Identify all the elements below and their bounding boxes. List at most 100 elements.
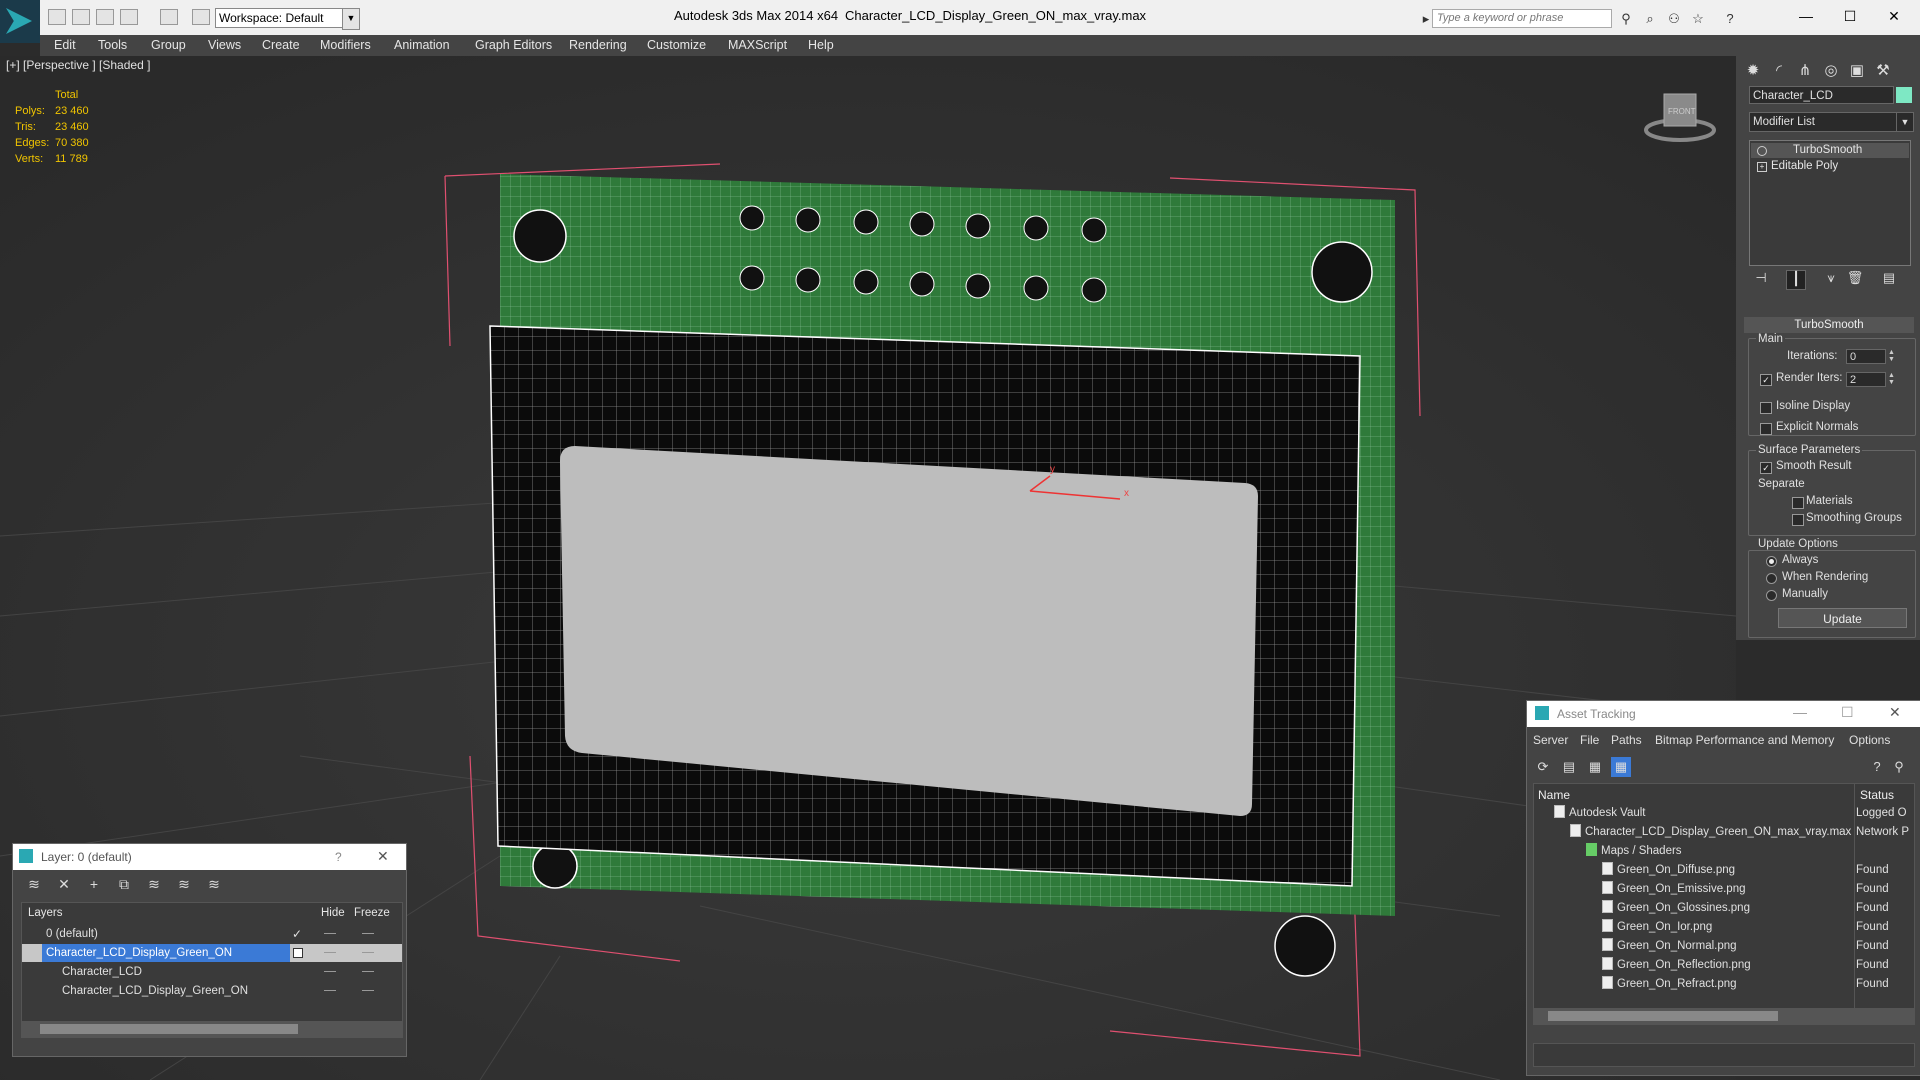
configure-sets-icon[interactable]: ▤ [1880,270,1898,288]
asset-window-titlebar[interactable]: Asset Tracking — ☐ ✕ [1527,701,1920,727]
lightbulb-icon[interactable] [1757,146,1767,156]
spinner-arrows-icon[interactable]: ▲ ▼ [1887,349,1896,364]
object-color-swatch[interactable] [1896,87,1912,103]
hierarchy-tab-icon[interactable]: ⋔ [1794,60,1816,82]
asset-menu-options[interactable]: Options [1849,733,1890,747]
save-file-icon[interactable] [96,9,114,25]
make-unique-icon[interactable]: ⩛ [1822,270,1840,288]
minimize-icon[interactable]: — [1786,5,1826,27]
close-icon[interactable]: ✕ [377,848,389,865]
menu-help[interactable]: Help [808,38,834,52]
asset-row[interactable]: Character_LCD_Display_Green_ON_max_vray.… [1534,823,1914,842]
isoline-display-checkbox[interactable] [1760,402,1772,414]
spinner-arrows-icon[interactable]: ▲ ▼ [1887,372,1896,387]
workspace-dropdown[interactable]: Workspace: Default ▼ [215,8,360,30]
menu-modifiers[interactable]: Modifiers [320,38,371,52]
stack-item-editable-poly[interactable]: + Editable Poly [1751,159,1909,174]
add-layer-icon[interactable]: + [83,876,105,896]
help-icon[interactable]: ? [1722,11,1738,26]
search-input[interactable]: Type a keyword or phrase [1432,9,1612,28]
binoculars-icon[interactable]: ⚲ [1618,11,1634,26]
minimize-icon[interactable]: — [1793,704,1807,720]
select-layer-icon[interactable]: ⧉ [113,876,135,896]
motion-tab-icon[interactable]: ◎ [1820,60,1842,82]
menu-customize[interactable]: Customize [647,38,706,52]
modify-tab-icon[interactable]: ◜ [1768,60,1790,82]
display-tab-icon[interactable]: ▣ [1846,60,1868,82]
column-header-name[interactable]: Name [1538,788,1570,802]
maximize-icon[interactable]: ☐ [1841,704,1854,721]
hide-toggle[interactable] [324,933,336,934]
current-layer-icon[interactable] [293,948,303,958]
always-radio[interactable] [1766,556,1777,567]
project-folder-icon[interactable] [192,9,210,25]
manually-radio[interactable] [1766,590,1777,601]
render-iters-checkbox[interactable]: ✓ [1760,374,1772,386]
horizontal-scrollbar[interactable] [1534,1008,1914,1024]
layer-row[interactable]: 0 (default) ✓ [22,925,402,943]
layer-row[interactable]: Character_LCD_Display_Green_ON [22,944,402,962]
close-icon[interactable]: ✕ [1889,704,1901,721]
new-file-icon[interactable] [48,9,66,25]
menu-group[interactable]: Group [151,38,186,52]
hide-all-layers-icon[interactable]: ≋ [173,876,195,896]
menu-tools[interactable]: Tools [98,38,127,52]
materials-checkbox[interactable] [1792,497,1804,509]
hide-toggle[interactable] [324,952,336,953]
show-end-result-icon[interactable]: ┃ [1786,270,1806,290]
menu-views[interactable]: Views [208,38,241,52]
render-iters-spinner[interactable]: 2 [1846,372,1886,387]
menu-animation[interactable]: Animation [394,38,450,52]
expand-plus-icon[interactable]: + [1757,162,1767,172]
object-name-field[interactable]: Character_LCD [1749,86,1894,104]
app-logo[interactable] [0,0,40,43]
signin-icon[interactable]: ⚇ [1666,11,1682,26]
asset-row[interactable]: Green_On_Ior.png Found [1534,918,1914,937]
remove-modifier-icon[interactable]: 🗑 [1846,270,1864,288]
table-view-icon[interactable]: ▦ [1611,757,1631,777]
column-header-layers[interactable]: Layers [28,907,63,919]
active-layer-check-icon[interactable]: ✓ [292,925,302,943]
freeze-all-layers-icon[interactable]: ≋ [203,876,225,896]
asset-row[interactable]: Green_On_Glossines.png Found [1534,899,1914,918]
asset-row[interactable]: Green_On_Normal.png Found [1534,937,1914,956]
asset-row[interactable]: Autodesk Vault Logged O [1534,804,1914,823]
scrollbar-thumb[interactable] [40,1024,298,1034]
column-header-freeze[interactable]: Freeze [354,907,390,919]
menu-rendering[interactable]: Rendering [569,38,627,52]
stack-item-turbosmooth[interactable]: TurboSmooth [1751,143,1909,158]
close-icon[interactable]: ✕ [1874,5,1914,27]
layer-row[interactable]: Character_LCD_Display_Green_ON [22,982,402,1000]
asset-menu-paths[interactable]: Paths [1611,733,1642,747]
undo-icon[interactable] [120,9,138,25]
freeze-toggle[interactable] [362,971,374,972]
asset-row[interactable]: Maps / Shaders [1534,842,1914,861]
scrollbar-thumb[interactable] [1548,1011,1778,1021]
layer-help-icon[interactable]: ? [335,850,342,864]
menu-graph-editors[interactable]: Graph Editors [475,38,552,52]
freeze-toggle[interactable] [362,990,374,991]
freeze-toggle[interactable] [362,952,374,953]
redo-icon[interactable] [160,9,178,25]
freeze-toggle[interactable] [362,933,374,934]
asset-row[interactable]: Green_On_Emissive.png Found [1534,880,1914,899]
asset-menu-file[interactable]: File [1580,733,1599,747]
maximize-icon[interactable]: ☐ [1830,5,1870,27]
open-file-icon[interactable] [72,9,90,25]
smoothing-groups-checkbox[interactable] [1792,514,1804,526]
asset-row[interactable]: Green_On_Diffuse.png Found [1534,861,1914,880]
update-button[interactable]: Update [1778,608,1907,628]
column-header-hide[interactable]: Hide [321,907,345,919]
menu-edit[interactable]: Edit [54,38,76,52]
highlight-layer-icon[interactable]: ≋ [143,876,165,896]
tree-view-icon[interactable]: ▦ [1585,757,1605,777]
viewport-label[interactable]: [+] [Perspective ] [Shaded ] [6,58,150,72]
pin-stack-icon[interactable]: ⊣ [1752,270,1770,288]
asset-menu-server[interactable]: Server [1533,733,1568,747]
layer-window-titlebar[interactable]: Layer: 0 (default) ? ✕ [13,844,406,870]
star-icon[interactable]: ☆ [1690,11,1706,26]
iterations-spinner[interactable]: 0 [1846,349,1886,364]
asset-row[interactable]: Green_On_Reflection.png Found [1534,956,1914,975]
column-header-status[interactable]: Status [1860,788,1894,802]
modifier-list-dropdown[interactable]: Modifier List ▼ [1749,112,1914,132]
